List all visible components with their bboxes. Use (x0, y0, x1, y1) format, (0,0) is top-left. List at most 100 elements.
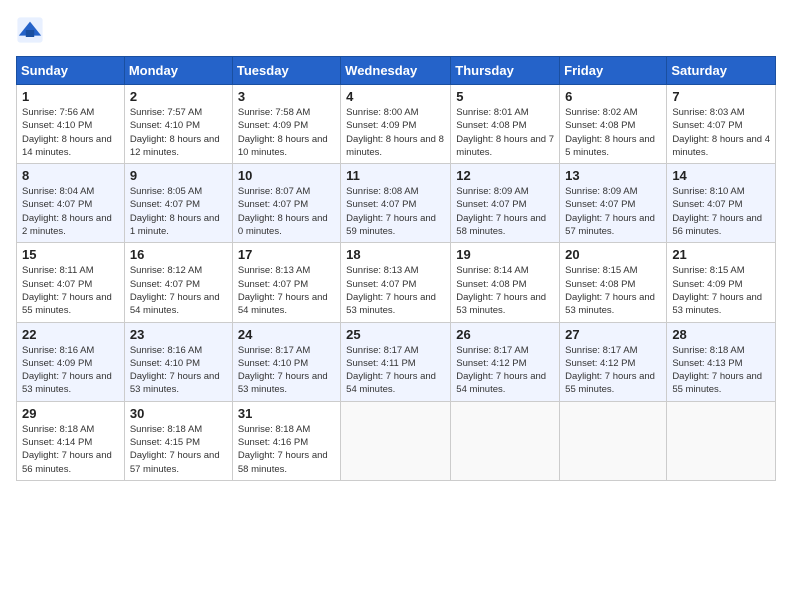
calendar-cell: 28 Sunrise: 8:18 AMSunset: 4:13 PMDayligh… (667, 322, 776, 401)
day-number: 8 (22, 168, 119, 183)
calendar-cell: 17 Sunrise: 8:13 AMSunset: 4:07 PMDayligh… (232, 243, 340, 322)
day-info: Sunrise: 8:13 AMSunset: 4:07 PMDaylight:… (346, 264, 445, 317)
day-info: Sunrise: 8:04 AMSunset: 4:07 PMDaylight:… (22, 185, 119, 238)
day-number: 12 (456, 168, 554, 183)
calendar-week-row: 15 Sunrise: 8:11 AMSunset: 4:07 PMDayligh… (17, 243, 776, 322)
day-number: 26 (456, 327, 554, 342)
day-number: 28 (672, 327, 770, 342)
day-number: 3 (238, 89, 335, 104)
day-number: 18 (346, 247, 445, 262)
day-number: 13 (565, 168, 661, 183)
logo-icon (16, 16, 44, 44)
day-info: Sunrise: 8:17 AMSunset: 4:12 PMDaylight:… (456, 344, 554, 397)
day-info: Sunrise: 8:18 AMSunset: 4:14 PMDaylight:… (22, 423, 119, 476)
day-info: Sunrise: 8:05 AMSunset: 4:07 PMDaylight:… (130, 185, 227, 238)
day-number: 24 (238, 327, 335, 342)
day-info: Sunrise: 8:13 AMSunset: 4:07 PMDaylight:… (238, 264, 335, 317)
day-info: Sunrise: 8:14 AMSunset: 4:08 PMDaylight:… (456, 264, 554, 317)
day-info: Sunrise: 8:07 AMSunset: 4:07 PMDaylight:… (238, 185, 335, 238)
day-info: Sunrise: 8:08 AMSunset: 4:07 PMDaylight:… (346, 185, 445, 238)
day-number: 25 (346, 327, 445, 342)
day-number: 31 (238, 406, 335, 421)
calendar-cell: 27 Sunrise: 8:17 AMSunset: 4:12 PMDayligh… (560, 322, 667, 401)
calendar-week-row: 29 Sunrise: 8:18 AMSunset: 4:14 PMDayligh… (17, 401, 776, 480)
day-number: 27 (565, 327, 661, 342)
day-info: Sunrise: 7:56 AMSunset: 4:10 PMDaylight:… (22, 106, 119, 159)
calendar-cell: 5Sunrise: 8:01 AMSunset: 4:08 PMDaylight… (451, 85, 560, 164)
weekday-header: Wednesday (341, 57, 451, 85)
calendar-cell: 12 Sunrise: 8:09 AMSunset: 4:07 PMDayligh… (451, 164, 560, 243)
calendar-cell: 31 Sunrise: 8:18 AMSunset: 4:16 PMDayligh… (232, 401, 340, 480)
calendar-cell: 30 Sunrise: 8:18 AMSunset: 4:15 PMDayligh… (124, 401, 232, 480)
calendar-week-row: 22 Sunrise: 8:16 AMSunset: 4:09 PMDayligh… (17, 322, 776, 401)
day-number: 14 (672, 168, 770, 183)
calendar-cell: 22 Sunrise: 8:16 AMSunset: 4:09 PMDayligh… (17, 322, 125, 401)
day-number: 4 (346, 89, 445, 104)
day-info: Sunrise: 8:17 AMSunset: 4:11 PMDaylight:… (346, 344, 445, 397)
day-number: 30 (130, 406, 227, 421)
weekday-header: Sunday (17, 57, 125, 85)
calendar-cell: 20 Sunrise: 8:15 AMSunset: 4:08 PMDayligh… (560, 243, 667, 322)
calendar-cell: 14 Sunrise: 8:10 AMSunset: 4:07 PMDayligh… (667, 164, 776, 243)
day-number: 10 (238, 168, 335, 183)
day-info: Sunrise: 8:16 AMSunset: 4:09 PMDaylight:… (22, 344, 119, 397)
calendar-cell: 23Sunrise: 8:16 AMSunset: 4:10 PMDayligh… (124, 322, 232, 401)
calendar-cell: 18 Sunrise: 8:13 AMSunset: 4:07 PMDayligh… (341, 243, 451, 322)
day-info: Sunrise: 8:12 AMSunset: 4:07 PMDaylight:… (130, 264, 227, 317)
day-info: Sunrise: 8:11 AMSunset: 4:07 PMDaylight:… (22, 264, 119, 317)
calendar-cell: 7Sunrise: 8:03 AMSunset: 4:07 PMDaylight… (667, 85, 776, 164)
calendar-cell: 6 Sunrise: 8:02 AMSunset: 4:08 PMDaylight… (560, 85, 667, 164)
calendar-cell: 24 Sunrise: 8:17 AMSunset: 4:10 PMDayligh… (232, 322, 340, 401)
day-number: 7 (672, 89, 770, 104)
day-info: Sunrise: 8:18 AMSunset: 4:16 PMDaylight:… (238, 423, 335, 476)
calendar-cell: 4Sunrise: 8:00 AMSunset: 4:09 PMDaylight… (341, 85, 451, 164)
calendar-cell: 25 Sunrise: 8:17 AMSunset: 4:11 PMDayligh… (341, 322, 451, 401)
day-number: 22 (22, 327, 119, 342)
calendar-cell: 3 Sunrise: 7:58 AMSunset: 4:09 PMDaylight… (232, 85, 340, 164)
day-number: 16 (130, 247, 227, 262)
weekday-header: Tuesday (232, 57, 340, 85)
day-number: 9 (130, 168, 227, 183)
calendar-cell: 8 Sunrise: 8:04 AMSunset: 4:07 PMDaylight… (17, 164, 125, 243)
weekday-header: Saturday (667, 57, 776, 85)
day-info: Sunrise: 8:09 AMSunset: 4:07 PMDaylight:… (456, 185, 554, 238)
day-number: 15 (22, 247, 119, 262)
weekday-header: Thursday (451, 57, 560, 85)
logo (16, 16, 48, 44)
calendar-table: SundayMondayTuesdayWednesdayThursdayFrid… (16, 56, 776, 481)
day-number: 2 (130, 89, 227, 104)
calendar-cell: 9 Sunrise: 8:05 AMSunset: 4:07 PMDaylight… (124, 164, 232, 243)
day-info: Sunrise: 8:18 AMSunset: 4:13 PMDaylight:… (672, 344, 770, 397)
day-number: 5 (456, 89, 554, 104)
day-number: 23 (130, 327, 227, 342)
weekday-header: Friday (560, 57, 667, 85)
calendar-cell: 15 Sunrise: 8:11 AMSunset: 4:07 PMDayligh… (17, 243, 125, 322)
day-info: Sunrise: 8:17 AMSunset: 4:12 PMDaylight:… (565, 344, 661, 397)
calendar-week-row: 8 Sunrise: 8:04 AMSunset: 4:07 PMDaylight… (17, 164, 776, 243)
day-info: Sunrise: 8:02 AMSunset: 4:08 PMDaylight:… (565, 106, 661, 159)
day-number: 1 (22, 89, 119, 104)
day-info: Sunrise: 7:58 AMSunset: 4:09 PMDaylight:… (238, 106, 335, 159)
day-number: 17 (238, 247, 335, 262)
calendar-cell (451, 401, 560, 480)
calendar-cell: 19 Sunrise: 8:14 AMSunset: 4:08 PMDayligh… (451, 243, 560, 322)
day-info: Sunrise: 8:15 AMSunset: 4:08 PMDaylight:… (565, 264, 661, 317)
calendar-cell: 29 Sunrise: 8:18 AMSunset: 4:14 PMDayligh… (17, 401, 125, 480)
day-info: Sunrise: 8:18 AMSunset: 4:15 PMDaylight:… (130, 423, 227, 476)
day-info: Sunrise: 8:10 AMSunset: 4:07 PMDaylight:… (672, 185, 770, 238)
calendar-cell (667, 401, 776, 480)
day-number: 19 (456, 247, 554, 262)
day-number: 6 (565, 89, 661, 104)
calendar-cell (560, 401, 667, 480)
day-info: Sunrise: 8:17 AMSunset: 4:10 PMDaylight:… (238, 344, 335, 397)
calendar-cell: 13Sunrise: 8:09 AMSunset: 4:07 PMDayligh… (560, 164, 667, 243)
calendar-cell: 16 Sunrise: 8:12 AMSunset: 4:07 PMDayligh… (124, 243, 232, 322)
day-number: 20 (565, 247, 661, 262)
calendar-cell: 1 Sunrise: 7:56 AMSunset: 4:10 PMDaylight… (17, 85, 125, 164)
day-number: 11 (346, 168, 445, 183)
day-info: Sunrise: 7:57 AMSunset: 4:10 PMDaylight:… (130, 106, 227, 159)
day-info: Sunrise: 8:15 AMSunset: 4:09 PMDaylight:… (672, 264, 770, 317)
calendar-header-row: SundayMondayTuesdayWednesdayThursdayFrid… (17, 57, 776, 85)
day-number: 29 (22, 406, 119, 421)
weekday-header: Monday (124, 57, 232, 85)
